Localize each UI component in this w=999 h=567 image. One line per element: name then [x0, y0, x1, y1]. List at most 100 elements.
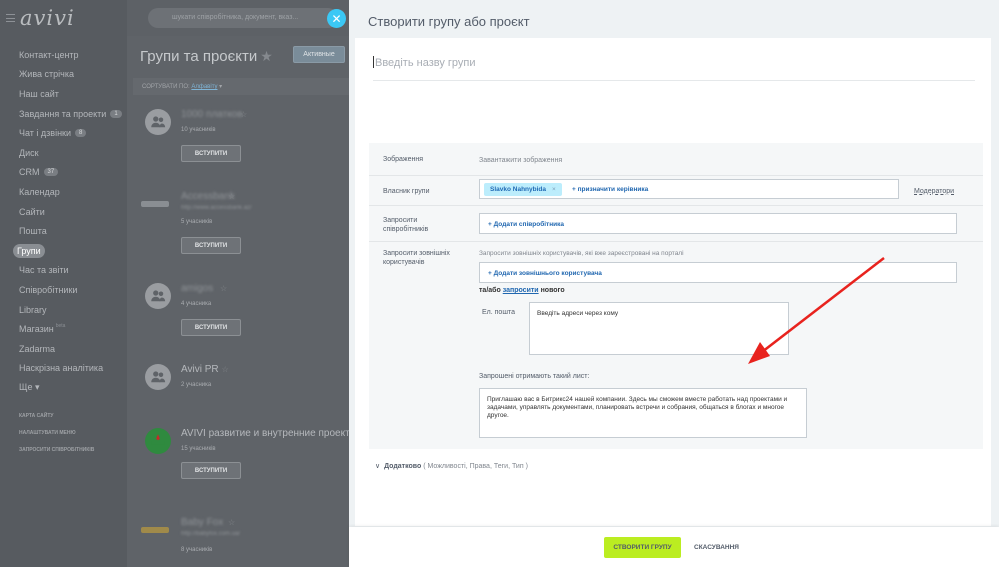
logo-bar: avivi	[0, 0, 127, 36]
sidebar-item[interactable]: Ще ▾	[0, 378, 127, 398]
filter-active-button[interactable]: Активные	[293, 46, 345, 63]
page-title-text: Групи та проєкти	[140, 48, 258, 65]
group-item[interactable]: Baby Fox ☆ http://babyfox.com.ua/ 8 учас…	[133, 517, 349, 567]
owner-field[interactable]: Slavko Nahnybida × + призначити керівника	[479, 179, 899, 199]
join-button[interactable]: ВСТУПИТИ	[181, 462, 241, 479]
remove-icon[interactable]: ×	[552, 186, 556, 193]
join-button[interactable]: ВСТУПИТИ	[181, 237, 241, 254]
people-icon	[151, 116, 166, 128]
sidebar-item[interactable]: Zadarma	[0, 339, 127, 359]
group-item[interactable]: 1000 платков ☆ 10 учасників ВСТУПИТИ	[133, 109, 349, 169]
sidebar-item[interactable]: Сайти	[0, 202, 127, 222]
sidebar-item-label: Zadarma	[19, 343, 56, 354]
sidebar-item-label: Наскрізна аналітика	[19, 363, 104, 374]
search-input[interactable]: шукати співробітника, документ, вказ...	[148, 8, 338, 28]
sidebar-item[interactable]: Чат і дзвінки 8	[0, 123, 127, 143]
letter-label: Запрошені отримають такий лист:	[479, 373, 590, 380]
join-button[interactable]: ВСТУПИТИ	[181, 145, 241, 162]
sidebar-item[interactable]: Наш сайт	[0, 84, 127, 104]
app-logo[interactable]: avivi	[20, 6, 75, 30]
chevron-down-icon: ▾	[217, 84, 223, 90]
more-label: Додатково	[384, 463, 422, 470]
more-options-toggle[interactable]: ∨ Додатково ( Можливості, Права, Теги, Т…	[375, 462, 528, 470]
create-group-button[interactable]: СТВОРИТИ ГРУПУ	[604, 537, 681, 558]
add-external-user-link[interactable]: + Додати зовнішнього користувача	[488, 270, 602, 277]
sidebar-item-label: Магазин	[19, 324, 54, 335]
letter-textarea[interactable]: Приглашаю вас в Битрикс24 нашей компании…	[479, 388, 807, 438]
new-text: нового	[538, 287, 565, 294]
close-panel-button[interactable]: ✕	[327, 9, 346, 28]
sidebar-item[interactable]: Календар	[0, 182, 127, 202]
sidebar-item-label: Ще ▾	[19, 382, 40, 393]
text-cursor	[373, 56, 374, 68]
sidebar-item[interactable]: Магазин beta	[0, 319, 127, 339]
employees-field[interactable]: + Додати співробітника	[479, 213, 957, 234]
sidebar-item-label: Співробітники	[19, 284, 78, 295]
group-name[interactable]: 1000 платков	[181, 109, 243, 120]
join-button[interactable]: ВСТУПИТИ	[181, 319, 241, 336]
sidebar-links: КАРТА САЙТУ НАЛАШТУВАТИ МЕНЮ ЗАПРОСИТИ СПІ…	[0, 398, 127, 459]
email-textarea[interactable]: Введіть адреси через кому	[529, 302, 789, 355]
sort-value-link[interactable]: Алфавіту	[191, 84, 217, 90]
counter-badge: 8	[75, 129, 87, 138]
star-icon[interactable]: ☆	[240, 110, 247, 119]
star-icon[interactable]: ☆	[220, 284, 227, 293]
assign-head-link[interactable]: + призначити керівника	[572, 186, 648, 193]
sidebar-item[interactable]: Library	[0, 300, 127, 320]
sidebar-item[interactable]: Наскрізна аналітика	[0, 359, 127, 379]
group-url[interactable]: http://babyfox.com.ua/	[181, 531, 240, 537]
letter-text: Приглашаю вас в Битрикс24 нашей компании…	[487, 396, 788, 419]
create-group-panel: Створити групу або проєкт Введіть назву …	[349, 0, 999, 567]
group-member-count: 15 учасників	[181, 446, 216, 452]
star-icon[interactable]: ★	[260, 48, 273, 64]
sidebar-item[interactable]: Диск	[0, 143, 127, 163]
sidebar-item[interactable]: Групи	[0, 241, 127, 261]
sidebar-link[interactable]: НАЛАШТУВАТИ МЕНЮ	[0, 425, 127, 442]
cancel-button[interactable]: СКАСУВАННЯ	[694, 537, 739, 558]
add-employee-link[interactable]: + Додати співробітника	[488, 221, 564, 228]
invite-new-link[interactable]: запросити	[503, 287, 539, 294]
group-item[interactable]: amigos ☆ 4 учасника ВСТУПИТИ	[133, 283, 349, 343]
group-member-count: 5 учасників	[181, 219, 213, 225]
group-name[interactable]: AVIVI развитие и внутренние проекты	[181, 428, 357, 439]
group-name[interactable]: Avivi PR ☆	[181, 364, 229, 375]
invite-new-row: та/або запросити нового	[479, 287, 565, 294]
owner-chip[interactable]: Slavko Nahnybida ×	[484, 183, 562, 196]
sidebar-item-label: Календар	[19, 186, 60, 197]
group-name[interactable]: Baby Fox	[181, 517, 223, 528]
divider	[369, 175, 983, 176]
sidebar-item[interactable]: Пошта	[0, 221, 127, 241]
sort-label: СОРТУВАТИ ПО:	[142, 84, 190, 90]
group-name[interactable]: amigos	[181, 283, 213, 294]
sidebar-item[interactable]: Жива стрічка	[0, 65, 127, 85]
sidebar-link[interactable]: КАРТА САЙТУ	[0, 408, 127, 425]
group-item[interactable]: Avivi PR ☆ 2 учасника	[133, 364, 349, 404]
group-name-input[interactable]: Введіть назву групи	[373, 56, 975, 81]
create-group-form: Введіть назву групи Зображення Завантажи…	[355, 38, 991, 526]
image-label: Зображення	[383, 156, 424, 163]
group-item[interactable]: Accessbank ☆ http://www.accessbank.az/ 5…	[133, 191, 349, 256]
star-icon[interactable]: ☆	[228, 192, 235, 201]
sidebar-menu: Контакт-центр Жива стрічка Наш сайт Завданн…	[0, 36, 127, 398]
sidebar-item[interactable]: Час та звіти	[0, 261, 127, 281]
owner-label: Власник групи	[383, 188, 430, 195]
moderators-link[interactable]: Модератори	[914, 188, 954, 195]
sidebar-item[interactable]: CRM 37	[0, 163, 127, 183]
sidebar-link[interactable]: ЗАПРОСИТИ СПІВРОБІТНИКІВ	[0, 442, 127, 459]
sidebar-item[interactable]: Завдання та проекти 1	[0, 104, 127, 124]
menu-icon[interactable]	[6, 14, 15, 22]
main-content: Групи та проєкти ★ Активные СОРТУВАТИ ПО:…	[127, 36, 357, 567]
sidebar-item[interactable]: Співробітники	[0, 280, 127, 300]
sidebar-item-label: CRM	[19, 167, 40, 178]
sidebar-item[interactable]: Контакт-центр	[0, 45, 127, 65]
star-icon[interactable]: ☆	[228, 518, 235, 527]
upload-image-link[interactable]: Завантажити зображення	[479, 157, 562, 164]
group-name[interactable]: Accessbank	[181, 191, 235, 202]
sidebar-item-label: Диск	[19, 147, 39, 158]
group-avatar	[145, 428, 171, 454]
external-users-field[interactable]: + Додати зовнішнього користувача	[479, 262, 957, 283]
group-logo	[141, 201, 169, 207]
group-item[interactable]: AVIVI развитие и внутренние проекты 15 у…	[133, 428, 357, 488]
star-icon[interactable]: ☆	[222, 365, 229, 374]
group-url[interactable]: http://www.accessbank.az/	[181, 205, 252, 211]
